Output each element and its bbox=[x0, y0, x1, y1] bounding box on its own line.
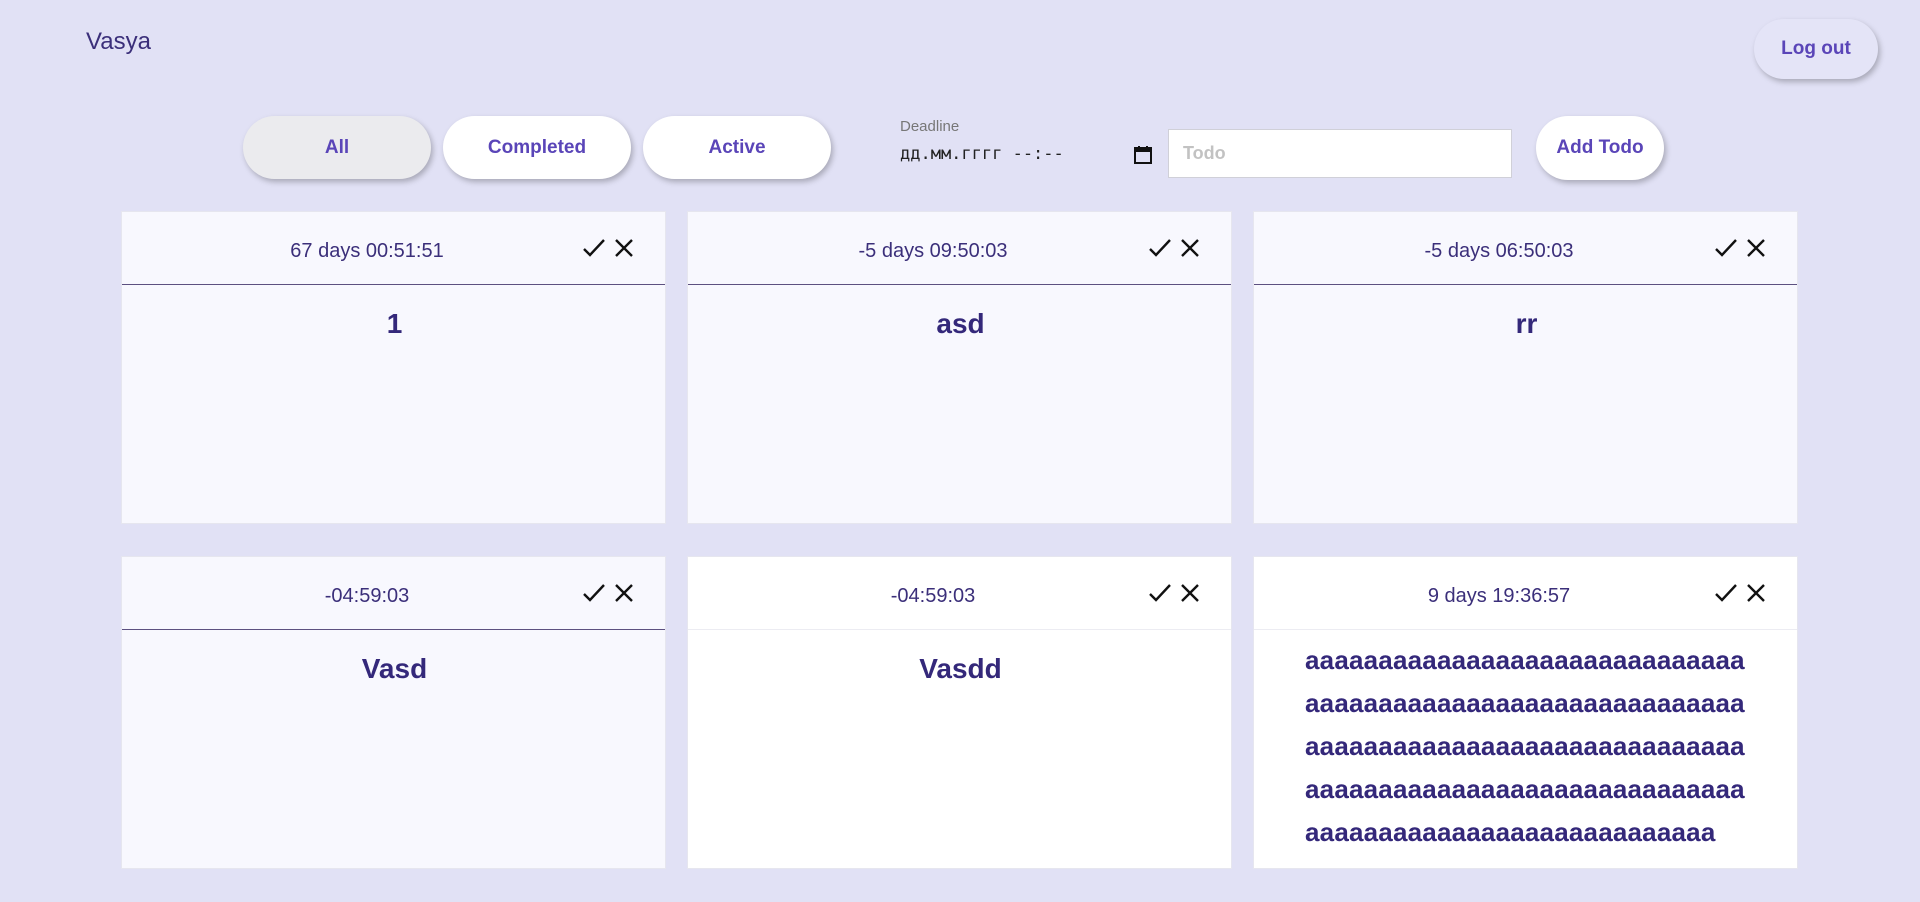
todo-card: -5 days 06:50:03 rr bbox=[1253, 211, 1798, 524]
todo-card-header: -5 days 09:50:03 bbox=[688, 212, 1231, 285]
todo-timer: -04:59:03 bbox=[324, 585, 410, 607]
todo-card-header: -5 days 06:50:03 bbox=[1254, 212, 1797, 285]
logout-button[interactable]: Log out bbox=[1754, 19, 1878, 79]
username: Vasya bbox=[86, 28, 151, 55]
deadline-label: Deadline bbox=[900, 118, 960, 135]
x-icon[interactable] bbox=[612, 581, 636, 605]
todo-card-header: 9 days 19:36:57 bbox=[1254, 557, 1797, 630]
x-icon[interactable] bbox=[1178, 581, 1202, 605]
todo-timer: 9 days 19:36:57 bbox=[1427, 585, 1571, 607]
deadline-input[interactable]: дд.мм.гггг --:-- bbox=[900, 144, 1064, 164]
x-icon[interactable] bbox=[1178, 236, 1202, 260]
todo-card-header: -04:59:03 bbox=[122, 557, 665, 630]
filter-completed-button[interactable]: Completed bbox=[443, 116, 631, 179]
todo-title: 1 bbox=[386, 308, 403, 339]
filter-all-button[interactable]: All bbox=[243, 116, 431, 179]
todo-card: -04:59:03 Vasd bbox=[121, 556, 666, 869]
add-todo-button[interactable]: Add Todo bbox=[1536, 116, 1664, 180]
todo-timer: -04:59:03 bbox=[890, 585, 976, 607]
todo-card: -5 days 09:50:03 asd bbox=[687, 211, 1232, 524]
calendar-icon[interactable] bbox=[1133, 145, 1153, 165]
check-icon[interactable] bbox=[1148, 581, 1172, 605]
check-icon[interactable] bbox=[582, 236, 606, 260]
todo-input[interactable] bbox=[1168, 129, 1512, 178]
x-icon[interactable] bbox=[612, 236, 636, 260]
todo-card-header: -04:59:03 bbox=[688, 557, 1231, 630]
x-icon[interactable] bbox=[1744, 236, 1768, 260]
check-icon[interactable] bbox=[1148, 236, 1172, 260]
todo-title: Vasd bbox=[361, 653, 428, 684]
todo-title: aaaaaaaaaaaaaaaaaaaaaaaaaaaaaaaaaaaaaaaa… bbox=[1305, 645, 1745, 847]
todo-title: asd bbox=[936, 308, 985, 339]
todo-timer: -5 days 06:50:03 bbox=[1424, 240, 1574, 262]
check-icon[interactable] bbox=[582, 581, 606, 605]
todo-card-header: 67 days 00:51:51 bbox=[122, 212, 665, 285]
todo-card: 67 days 00:51:51 1 bbox=[121, 211, 666, 524]
todo-timer: 67 days 00:51:51 bbox=[290, 240, 444, 262]
check-icon[interactable] bbox=[1714, 581, 1738, 605]
todo-card: -04:59:03 Vasdd bbox=[687, 556, 1232, 869]
todo-timer: -5 days 09:50:03 bbox=[858, 240, 1008, 262]
filter-active-button[interactable]: Active bbox=[643, 116, 831, 179]
todo-card: 9 days 19:36:57 aaaaaaaaaaaaaaaaaaaaaaaa… bbox=[1253, 556, 1798, 869]
todo-title: rr bbox=[1515, 308, 1538, 339]
check-icon[interactable] bbox=[1714, 236, 1738, 260]
todo-title: Vasdd bbox=[919, 653, 1002, 684]
x-icon[interactable] bbox=[1744, 581, 1768, 605]
